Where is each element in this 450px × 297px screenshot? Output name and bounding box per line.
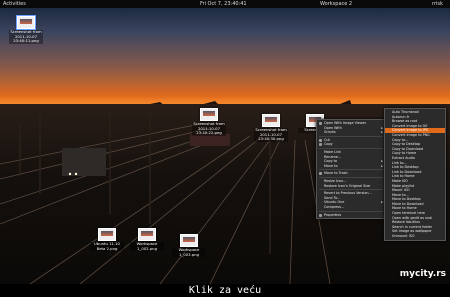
menu-item-label: Convert image to Gif <box>392 123 428 128</box>
menu-item-label: Move to Desktop <box>392 197 421 202</box>
menu-item[interactable]: Scripts ▸ <box>317 130 385 135</box>
menu-item[interactable]: Copy <box>317 142 385 147</box>
menu-separator <box>319 135 383 137</box>
menu-item[interactable]: Move to ▸ <box>317 164 385 169</box>
menu-separator <box>319 169 383 171</box>
desktop-file-label: Workspace 1_002.png <box>130 241 164 251</box>
menu-item-label: Make playlist <box>392 183 415 188</box>
menu-item-label: Copy to Desktop <box>392 142 421 147</box>
menu-item-label: Open With Image Viewer <box>324 121 367 125</box>
menu-item[interactable]: Compress... <box>317 205 385 210</box>
menu-separator <box>319 147 383 149</box>
desktop-file-icon[interactable]: Workspace 1_003.png <box>172 234 206 257</box>
menu-item-label: Copy to Home <box>392 151 417 156</box>
menu-item-label: Move to Home <box>392 206 417 211</box>
menu-item-label: Send To... <box>324 195 341 200</box>
menu-item-label: Extract Audio <box>392 155 415 160</box>
desktop-file-label: Ubuntu 11.10 Beta 2.png <box>90 241 124 251</box>
desktop-file-icon[interactable]: Ubuntu 11.10 Beta 2.png <box>90 228 124 251</box>
menu-item-label: Revert to Previous Version... <box>324 191 372 196</box>
menu-item-label: Cut <box>324 137 330 142</box>
menu-item-label: Search in current folder <box>392 224 433 229</box>
menu-item-label: Autorun.fr <box>392 114 410 119</box>
menu-item-label: Open With <box>324 125 342 130</box>
copy-icon <box>319 143 322 147</box>
menu-item-label: Move to Download <box>392 201 424 206</box>
submenu-arrow-icon: ▸ <box>381 130 383 135</box>
image-thumbnail-icon <box>262 114 280 127</box>
menu-item-label: Copy <box>324 142 333 147</box>
desktop-file-icon[interactable]: Screenshot from 2011-10-07 23:40:22.png <box>192 108 226 136</box>
trash-icon <box>319 172 322 176</box>
menu-item-label: Rename... <box>324 154 342 159</box>
menu-separator <box>319 210 383 212</box>
menu-item-label: Open with gedit as root <box>392 215 432 220</box>
menu-item-label: Link to Desktop <box>392 165 419 170</box>
desktop-file-label: Workspace 1_003.png <box>172 247 206 257</box>
enlarge-caption-link[interactable]: Klik za veću <box>0 284 450 297</box>
desktop-file-label: Screenshot from 2011-10-07 23:40:11.png <box>9 29 43 44</box>
menu-item-label: Properties <box>324 212 342 217</box>
panel-clock[interactable]: Fri Oct 7, 23:40:41 <box>200 0 247 8</box>
image-thumbnail-icon <box>180 234 198 247</box>
menu-item-label: Scripts <box>324 130 336 135</box>
user-menu[interactable]: rrisk <box>432 0 443 8</box>
image-thumbnail-icon <box>200 108 218 121</box>
context-menu: Open With Image Viewer Open With ▸ Scripts ▸… <box>316 119 386 220</box>
menu-item[interactable]: Move to Trash <box>317 171 385 176</box>
image-viewer-icon <box>319 122 322 125</box>
menu-item-label: Ubuntu One <box>324 200 345 205</box>
menu-item-label: Link to Download <box>392 169 422 174</box>
menu-item[interactable]: Properties <box>317 213 385 218</box>
menu-item-label: Copy to <box>324 159 338 164</box>
desktop-screenshot: Activities Fri Oct 7, 23:40:41 Workspace… <box>0 0 450 284</box>
image-thumbnail-icon <box>98 228 116 241</box>
cut-icon <box>319 138 322 142</box>
image-thumbnail-icon <box>16 15 36 30</box>
menu-item-label: Make Link <box>324 149 341 154</box>
desktop-file-icon[interactable]: Workspace 1_002.png <box>130 228 164 251</box>
desktop-file-icon[interactable]: Screenshot from 2011-10-07 23:40:11.png <box>9 15 43 44</box>
menu-item-label: Resize Icon... <box>324 178 347 183</box>
menu-item-label: Open terminal here <box>392 211 426 216</box>
menu-item-label: Restore Nautilus <box>392 220 420 225</box>
menu-item-label: Move to <box>324 163 338 168</box>
activities-button[interactable]: Activities <box>3 0 26 8</box>
menu-item-label: Mount ISO <box>392 188 410 193</box>
top-panel: Activities Fri Oct 7, 23:40:41 Workspace… <box>0 0 450 8</box>
menu-item-label: Link to Home <box>392 174 415 179</box>
submenu-arrow-icon: ▸ <box>381 163 383 168</box>
desktop-file-icon[interactable]: Screenshot from 2011-10-07 23:40:30.png <box>254 114 288 142</box>
menu-item-label: Link to... <box>392 160 407 165</box>
watermark: mycity.rs <box>399 269 446 279</box>
menu-item-label: Set image as wallpaper <box>392 229 432 234</box>
menu-separator <box>319 189 383 191</box>
menu-item-label: Convert image to PNG <box>392 132 430 137</box>
menu-item-label: Browse as root <box>392 119 418 124</box>
menu-item-label: Move to Trash <box>324 171 348 176</box>
menu-item[interactable]: Restore Icon's Original Size <box>317 184 385 189</box>
properties-icon <box>319 213 322 217</box>
menu-item[interactable]: Unmount ISO <box>385 234 445 239</box>
menu-item-label: Auto Thumbnail <box>392 110 419 114</box>
menu-item-label: Convert image to JPG <box>392 128 429 133</box>
wallpaper-sky <box>0 8 450 108</box>
menu-item-label: Move to... <box>392 192 409 197</box>
menu-item-label: Copy to... <box>392 137 409 142</box>
workspace-indicator[interactable]: Workspace 2 <box>320 0 352 8</box>
desktop-file-label: Screenshot from 2011-10-07 23:40:22.png <box>192 121 226 136</box>
desktop-file-label: Screenshot from 2011-10-07 23:40:30.png <box>254 127 288 142</box>
menu-item-label: Copy to Download <box>392 146 424 151</box>
image-thumbnail-icon <box>138 228 156 241</box>
menu-item-label: Make ISO <box>392 178 408 183</box>
menu-item-label: Unmount ISO <box>392 234 415 239</box>
menu-separator <box>319 176 383 178</box>
scripts-submenu: Auto Thumbnail Autorun.fr Browse as root Co… <box>384 108 446 241</box>
menu-item-label: Restore Icon's Original Size <box>324 183 371 188</box>
menu-item-label: Compress... <box>324 204 345 209</box>
